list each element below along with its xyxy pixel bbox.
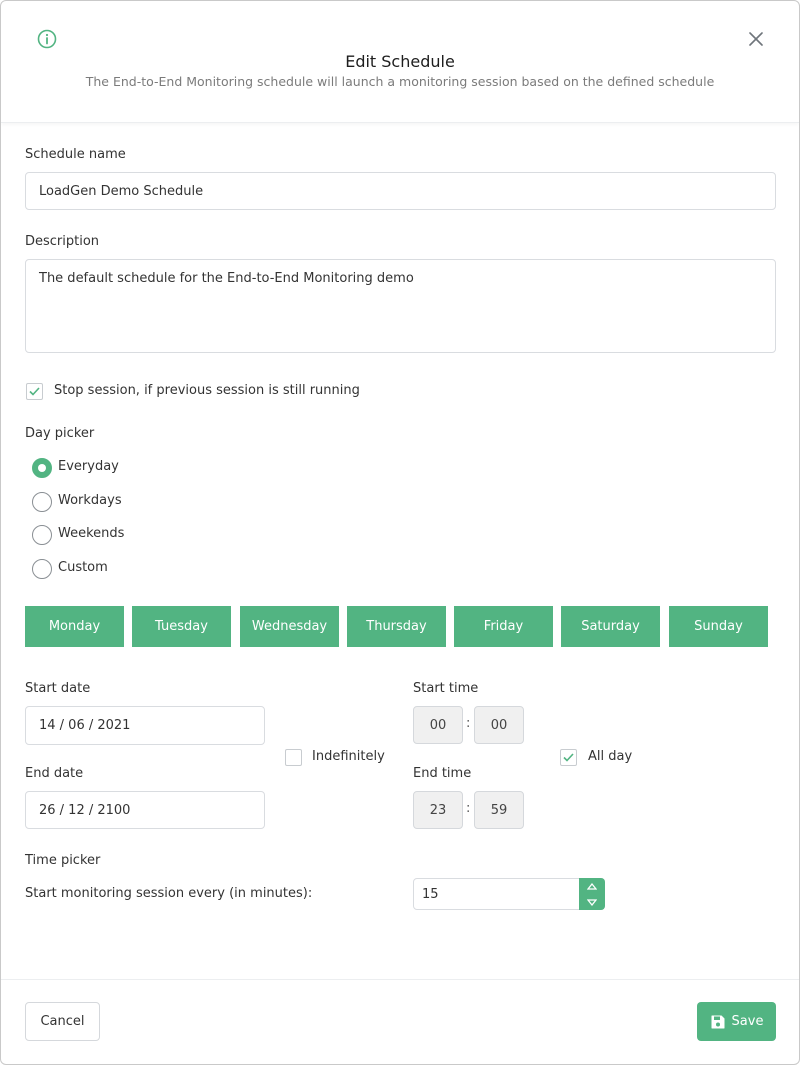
decrement-button[interactable] bbox=[579, 894, 605, 910]
start-time-hours-input[interactable]: 00 bbox=[413, 706, 463, 744]
description-label: Description bbox=[25, 234, 100, 249]
schedule-name-input[interactable]: LoadGen Demo Schedule bbox=[25, 172, 776, 210]
triangle-up-icon bbox=[587, 882, 597, 890]
radio-custom-label: Custom bbox=[58, 560, 108, 575]
day-button-saturday[interactable]: Saturday bbox=[561, 606, 660, 647]
cancel-button-label: Cancel bbox=[40, 1014, 85, 1029]
radio-weekends-label: Weekends bbox=[58, 526, 125, 541]
day-picker-label: Day picker bbox=[25, 426, 95, 441]
interval-input[interactable]: 15 bbox=[413, 878, 605, 910]
close-x-icon[interactable] bbox=[747, 30, 765, 48]
checkmark-icon bbox=[29, 387, 40, 396]
stop-session-checkbox[interactable] bbox=[26, 383, 43, 400]
interval-label: Start monitoring session every (in minut… bbox=[25, 886, 313, 901]
all-day-label: All day bbox=[588, 749, 633, 764]
interval-spinner bbox=[579, 878, 605, 910]
end-time-minutes-input[interactable]: 59 bbox=[474, 791, 524, 829]
cancel-button[interactable]: Cancel bbox=[25, 1002, 100, 1041]
indefinitely-checkbox[interactable] bbox=[285, 749, 302, 766]
description-value: The default schedule for the End-to-End … bbox=[39, 271, 414, 286]
end-time-separator: : bbox=[466, 801, 471, 816]
dialog-header: Edit Schedule The End-to-End Monitoring … bbox=[1, 1, 799, 123]
day-button-wednesday[interactable]: Wednesday bbox=[240, 606, 339, 647]
dialog-title: Edit Schedule bbox=[345, 52, 455, 71]
end-date-label: End date bbox=[25, 766, 84, 781]
start-date-input[interactable]: 14 / 06 / 2021 bbox=[25, 706, 265, 745]
increment-button[interactable] bbox=[579, 878, 605, 894]
triangle-down-icon bbox=[587, 898, 597, 906]
info-circle-icon bbox=[37, 29, 57, 49]
radio-custom[interactable] bbox=[32, 559, 52, 579]
footer-divider bbox=[1, 979, 799, 980]
end-date-input[interactable]: 26 / 12 / 2100 bbox=[25, 791, 265, 829]
day-button-monday[interactable]: Monday bbox=[25, 606, 124, 647]
checkmark-icon bbox=[563, 753, 574, 762]
schedule-name-label: Schedule name bbox=[25, 147, 126, 162]
start-date-label: Start date bbox=[25, 681, 91, 696]
dialog-subtitle: The End-to-End Monitoring schedule will … bbox=[85, 74, 715, 89]
radio-weekends[interactable] bbox=[32, 525, 52, 545]
save-button-label: Save bbox=[731, 1014, 764, 1029]
all-day-checkbox[interactable] bbox=[560, 749, 577, 766]
radio-everyday[interactable] bbox=[32, 458, 52, 478]
radio-workdays[interactable] bbox=[32, 492, 52, 512]
interval-value: 15 bbox=[422, 886, 439, 902]
end-date-value: 26 / 12 / 2100 bbox=[39, 802, 131, 818]
radio-everyday-label: Everyday bbox=[58, 459, 119, 474]
description-textarea[interactable]: The default schedule for the End-to-End … bbox=[25, 259, 776, 353]
end-time-label: End time bbox=[413, 766, 472, 781]
indefinitely-label: Indefinitely bbox=[312, 749, 385, 764]
day-button-friday[interactable]: Friday bbox=[454, 606, 553, 647]
day-button-sunday[interactable]: Sunday bbox=[669, 606, 768, 647]
schedule-name-value: LoadGen Demo Schedule bbox=[39, 183, 204, 199]
edit-schedule-dialog: Edit Schedule The End-to-End Monitoring … bbox=[0, 0, 800, 1065]
time-picker-label: Time picker bbox=[25, 853, 101, 868]
day-button-tuesday[interactable]: Tuesday bbox=[132, 606, 231, 647]
start-time-label: Start time bbox=[413, 681, 479, 696]
end-time-hours-input[interactable]: 23 bbox=[413, 791, 463, 829]
floppy-disk-icon bbox=[711, 1015, 725, 1028]
radio-workdays-label: Workdays bbox=[58, 493, 122, 508]
start-time-minutes-input[interactable]: 00 bbox=[474, 706, 524, 744]
start-time-separator: : bbox=[466, 716, 471, 731]
save-button[interactable]: Save bbox=[697, 1002, 776, 1041]
day-button-thursday[interactable]: Thursday bbox=[347, 606, 446, 647]
start-date-value: 14 / 06 / 2021 bbox=[39, 718, 131, 733]
stop-session-label: Stop session, if previous session is sti… bbox=[54, 383, 360, 398]
